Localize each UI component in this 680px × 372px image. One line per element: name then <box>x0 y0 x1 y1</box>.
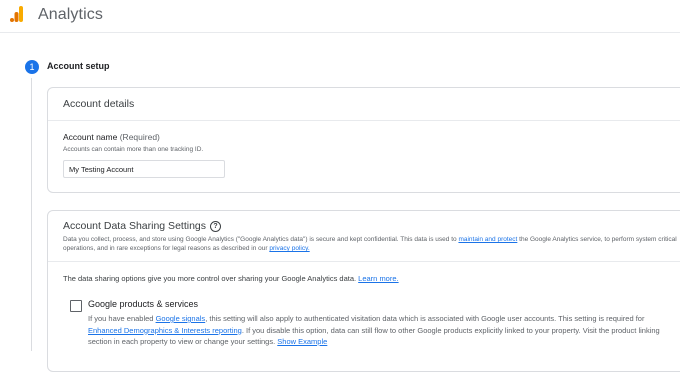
data-sharing-title-text: Account Data Sharing Settings <box>63 220 207 232</box>
data-sharing-card: Account Data Sharing Settings ? Data you… <box>47 210 680 372</box>
analytics-logo-icon[interactable] <box>10 6 24 22</box>
desc-text: the Google Analytics service, to perform… <box>517 236 677 243</box>
options-intro-text: The data sharing options give you more c… <box>63 274 359 283</box>
step-label: Account setup <box>47 61 110 71</box>
data-sharing-title: Account Data Sharing Settings ? <box>63 220 222 232</box>
help-icon[interactable]: ? <box>210 220 222 232</box>
enhanced-demographics-link[interactable]: Enhanced Demographics & Interests report… <box>88 326 242 335</box>
options-intro: The data sharing options give you more c… <box>63 274 399 283</box>
stepper-line <box>31 78 32 351</box>
opt-text: section in each property to view or chan… <box>88 337 278 346</box>
account-name-label: Account name (Required) <box>63 132 160 142</box>
learn-more-link[interactable]: Learn more. <box>358 274 398 283</box>
app-header: Analytics <box>0 0 680 33</box>
data-sharing-description: Data you collect, process, and store usi… <box>63 235 680 253</box>
step-number-badge: 1 <box>25 60 39 74</box>
google-products-checkbox[interactable] <box>70 300 82 312</box>
account-details-card: Account details Account name (Required) … <box>47 87 680 193</box>
divider <box>48 261 680 262</box>
show-example-link[interactable]: Show Example <box>277 337 327 346</box>
account-name-input[interactable]: My Testing Account <box>63 160 225 178</box>
required-indicator: (Required) <box>119 132 160 142</box>
google-products-description: If you have enabled Google signals, this… <box>88 313 680 348</box>
opt-text: , this setting will also apply to authen… <box>205 314 645 323</box>
app-title: Analytics <box>38 6 103 23</box>
account-name-label-text: Account name <box>63 132 118 142</box>
account-name-help: Accounts can contain more than one track… <box>63 146 204 153</box>
privacy-policy-link[interactable]: privacy policy. <box>269 245 309 252</box>
opt-text: If you have enabled <box>88 314 156 323</box>
divider <box>48 120 680 121</box>
desc-text: Data you collect, process, and store usi… <box>63 236 459 243</box>
account-details-title: Account details <box>63 98 135 110</box>
google-signals-link[interactable]: Google signals <box>156 314 206 323</box>
opt-text: . If you disable this option, data can s… <box>241 325 660 335</box>
google-products-title: Google products & services <box>88 299 199 309</box>
maintain-protect-link[interactable]: maintain and protect <box>458 236 517 243</box>
desc-text: operations, and in rare exceptions for l… <box>63 245 270 252</box>
